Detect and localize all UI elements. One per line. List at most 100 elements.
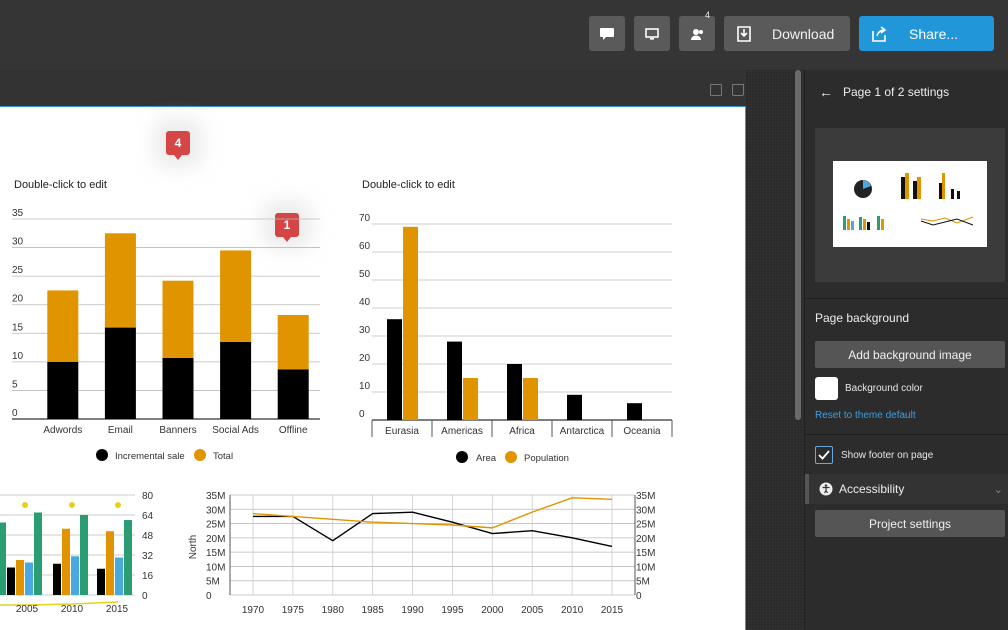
comment-icon (600, 27, 614, 40)
bar (124, 520, 132, 595)
y-tick-label: 0 (142, 591, 148, 602)
delete-page-icon[interactable] (732, 84, 744, 96)
accessibility-accordion[interactable]: Accessibility ⌄ (805, 474, 1008, 504)
y-tick-label: 30 (359, 325, 371, 336)
x-tick-label: 1980 (322, 605, 345, 616)
x-tick-label: Banners (159, 425, 196, 436)
add-background-image-button[interactable]: Add background image (815, 341, 1005, 368)
thumbnail-preview-icon (843, 173, 974, 230)
back-arrow-icon[interactable]: ← (819, 84, 833, 100)
y-tick-label: 64 (142, 511, 154, 522)
present-button[interactable] (634, 16, 670, 51)
comment-button[interactable] (589, 16, 625, 51)
y-tick-label: 16 (142, 571, 154, 582)
x-tick-label: Oceania (623, 426, 661, 437)
bar (71, 556, 79, 595)
y-tick-label-left: 25M (206, 520, 225, 531)
workspace-scrollbar[interactable] (795, 70, 801, 420)
y-tick-label-left: 10M (206, 562, 225, 573)
share-button[interactable]: Share... (859, 16, 994, 51)
bar-area (567, 394, 582, 420)
x-tick-label: 1990 (401, 605, 424, 616)
bar-total (277, 315, 309, 370)
divider (805, 298, 1008, 299)
project-settings-button[interactable]: Project settings (815, 510, 1005, 537)
bar (25, 562, 33, 595)
present-icon (645, 27, 659, 40)
bar-incremental-sale (47, 361, 79, 419)
bar (106, 531, 114, 595)
chevron-down-icon: ⌄ (993, 483, 1003, 496)
y-tick-label: 5 (12, 379, 18, 390)
bar-population (463, 378, 478, 420)
series-point (115, 502, 121, 508)
bar-incremental-sale (220, 341, 252, 419)
y-tick-label: 50 (359, 269, 371, 280)
download-icon (737, 25, 751, 42)
bar-area (627, 403, 642, 420)
y-tick-label-right: 20M (636, 534, 655, 545)
legend-swatch (456, 451, 468, 463)
bar (0, 522, 6, 595)
grouped-bar-chart[interactable]: 0 10 20 30 40 50 60 70 Eurasia Americas Africa Anta… (350, 203, 680, 463)
line-chart[interactable]: 0 0 5M 5M 10M 10M 15M 15M 20M 20M 25M 25M 30M 30M 35M 3… (180, 487, 660, 627)
legend-label: Incremental sale (115, 451, 185, 462)
chart-title[interactable]: Double-click to edit (14, 179, 107, 191)
y-tick-label-right: 0 (636, 591, 642, 602)
y-tick-label-right: 15M (636, 548, 655, 559)
page-toolbar-strip (0, 70, 746, 106)
bar-area (507, 364, 522, 420)
top-toolbar: 4 Download Share... (0, 0, 1008, 70)
stacked-bar-chart[interactable]: 0 5 10 15 20 25 30 35 Adwords Email Banners Social … (0, 203, 340, 463)
duplicate-page-icon[interactable] (710, 84, 722, 96)
bar-area (387, 319, 402, 420)
y-tick-label: 15 (12, 322, 24, 333)
checkmark-icon (818, 450, 830, 460)
partial-bar-chart[interactable]: 0 16 32 48 64 80 2005 2010 2015 (0, 487, 175, 627)
y-tick-label: 35 (12, 208, 24, 219)
show-footer-checkbox[interactable] (815, 446, 833, 464)
collaborators-count: 4 (704, 10, 710, 20)
background-color-label: Background color (845, 383, 923, 394)
chart-title[interactable]: Double-click to edit (362, 179, 455, 191)
x-tick-label: 1995 (441, 605, 464, 616)
bar-total (47, 290, 79, 362)
page-thumbnail[interactable] (833, 161, 987, 247)
y-tick-label: 10 (12, 351, 24, 362)
bar-area (447, 341, 462, 420)
y-tick-label-left: 15M (206, 548, 225, 559)
y-tick-label: 80 (142, 491, 154, 502)
y-tick-label: 60 (359, 241, 371, 252)
bar-incremental-sale (277, 369, 309, 419)
y-tick-label: 70 (359, 213, 371, 224)
x-tick-label: Eurasia (385, 426, 419, 437)
bar (115, 557, 123, 595)
legend-label: Area (476, 453, 497, 463)
page-background-title: Page background (815, 311, 910, 325)
legend-swatch (505, 451, 517, 463)
y-tick-label: 40 (359, 297, 371, 308)
x-tick-label: Africa (509, 426, 535, 437)
x-tick-label: 2010 (561, 605, 584, 616)
y-tick-label-left: 35M (206, 491, 225, 502)
series-point (69, 502, 75, 508)
x-tick-label: 2010 (61, 604, 84, 615)
accessibility-label: Accessibility (839, 482, 905, 496)
download-button[interactable]: Download (724, 16, 850, 51)
x-tick-label: 1970 (242, 605, 265, 616)
y-tick-label-right: 5M (636, 577, 650, 588)
design-page[interactable]: 4 1 Double-click to edit Double-click to… (0, 106, 746, 630)
y-axis-label-left: North (188, 535, 199, 559)
background-color-swatch[interactable] (815, 377, 838, 400)
y-tick-label: 0 (359, 409, 365, 420)
comment-pin[interactable]: 4 (166, 131, 190, 160)
y-tick-label: 20 (12, 294, 24, 305)
reset-theme-link[interactable]: Reset to theme default (815, 410, 916, 421)
x-tick-label: Offline (279, 425, 308, 436)
bar-incremental-sale (162, 357, 194, 419)
bar-incremental-sale (104, 327, 136, 419)
y-tick-label-right: 10M (636, 562, 655, 573)
x-tick-label: Email (108, 425, 133, 436)
legend-swatch (96, 449, 108, 461)
collaborators-button[interactable]: 4 (679, 10, 715, 51)
